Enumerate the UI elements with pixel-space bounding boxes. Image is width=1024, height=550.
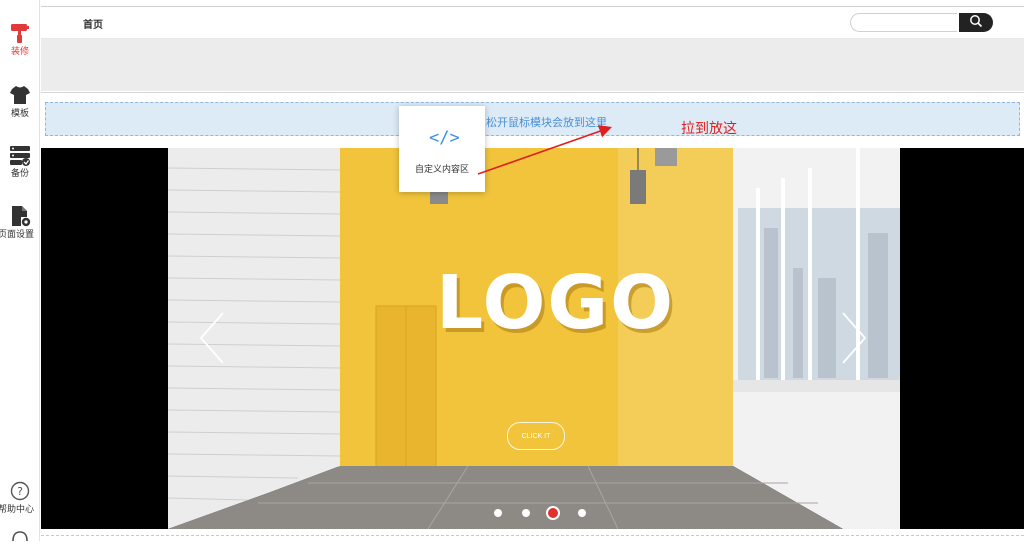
sidebar-item-label: 装修 [10,47,29,57]
module-drop-zone[interactable]: 松开鼠标模块会放到这里 [45,102,1020,136]
left-sidebar: 装修 模板 备份 页面设置 ? 帮助中心 [0,0,40,542]
page-settings-icon [12,206,31,227]
slider-dot[interactable] [494,509,502,517]
sidebar-item-page-settings[interactable]: 页面设置 [0,205,40,241]
annotation-text: 拉到放这 [681,121,737,137]
headset-icon [12,531,28,542]
sidebar-item-label: 备份 [10,169,29,179]
sidebar-item-label: 帮助中心 [0,505,34,515]
paint-roller-icon [11,24,29,43]
sidebar-item-support[interactable] [0,528,40,550]
slider-dot[interactable] [578,509,586,517]
module-card-label: 自定义内容区 [414,165,469,175]
slider-dot-active[interactable] [546,506,560,520]
help-icon: ? [10,481,30,501]
sidebar-item-label: 页面设置 [0,230,34,240]
svg-text:?: ? [17,485,23,498]
sidebar-item-help[interactable]: ? 帮助中心 [0,480,40,516]
chevron-right-icon[interactable] [841,311,867,365]
divider [41,6,1024,7]
divider [41,92,1024,93]
tshirt-icon [10,86,30,104]
nav-item-home[interactable]: 首页 [83,16,103,31]
custom-content-module-card[interactable]: </> 自定义内容区 [399,106,485,192]
empty-module-area[interactable] [41,39,1024,91]
banner-logo-text: LOGO [436,260,676,346]
editor-canvas: 首页 松开鼠标模块会放到这里 </> 自定义内容区 拉到放这 LOGO CLIC… [41,0,1024,541]
code-icon: </> [429,128,460,148]
search-input[interactable] [850,13,957,32]
sidebar-item-decorate[interactable]: 装修 [0,22,40,58]
banner-slider[interactable]: LOGO CLICK IT [41,148,1024,529]
backup-icon [10,146,30,166]
site-header[interactable]: 首页 [41,8,1024,39]
divider [41,535,1024,537]
search-icon [970,15,983,28]
sidebar-item-template[interactable]: 模板 [0,84,40,120]
sidebar-item-backup[interactable]: 备份 [0,144,40,180]
chevron-left-icon[interactable] [199,311,225,365]
search-button[interactable] [959,13,993,32]
slider-dot[interactable] [522,509,530,517]
drop-zone-hint: 松开鼠标模块会放到这里 [486,116,607,129]
banner-cta-button[interactable]: CLICK IT [507,422,565,450]
sidebar-item-label: 模板 [10,109,29,119]
